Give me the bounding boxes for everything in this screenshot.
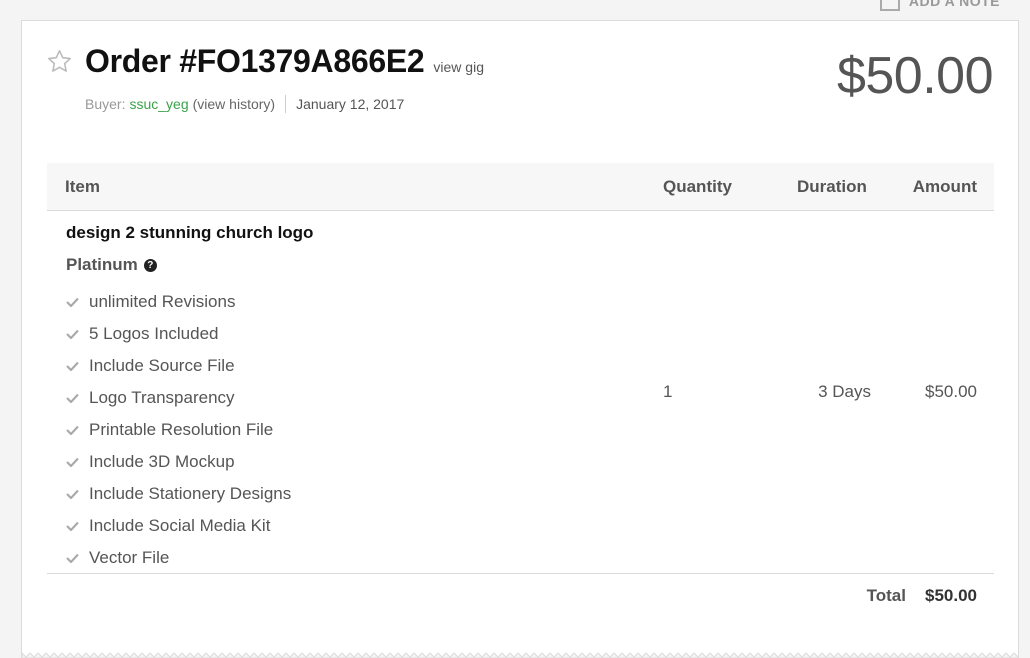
feature-label: unlimited Revisions bbox=[89, 292, 236, 311]
checkmark-icon bbox=[66, 297, 79, 307]
total-label: Total bbox=[866, 586, 906, 605]
order-title: Order #FO1379A866E2 bbox=[85, 43, 425, 79]
feature-item: 5 Logos Included bbox=[66, 318, 291, 350]
checkmark-icon bbox=[66, 457, 79, 467]
order-card: Order #FO1379A866E2 view gig Buyer: ssuc… bbox=[21, 20, 1019, 658]
order-items-table: Item Quantity Duration Amount design 2 s… bbox=[47, 163, 994, 618]
table-row: design 2 stunning church logo Platinum ?… bbox=[47, 211, 994, 574]
feature-item: Include Source File bbox=[66, 350, 291, 382]
checkmark-icon bbox=[66, 393, 79, 403]
checkmark-icon bbox=[66, 361, 79, 371]
order-price: $50.00 bbox=[836, 47, 994, 105]
checkmark-icon bbox=[66, 489, 79, 499]
buyer-label: Buyer: bbox=[85, 96, 126, 112]
add-note-label: ADD A NOTE bbox=[908, 0, 1000, 9]
header-quantity: Quantity bbox=[663, 177, 732, 196]
meta-divider bbox=[285, 95, 287, 113]
star-outline-icon[interactable] bbox=[46, 48, 73, 80]
feature-label: Include Source File bbox=[89, 356, 235, 375]
receipt-zigzag-edge bbox=[22, 652, 1018, 658]
feature-label: Include Social Media Kit bbox=[89, 516, 271, 535]
checkmark-icon bbox=[66, 329, 79, 339]
question-circle-icon[interactable]: ? bbox=[143, 258, 157, 272]
package-name: Platinum ? bbox=[66, 255, 157, 275]
feature-label: Logo Transparency bbox=[89, 388, 235, 407]
item-duration: 3 Days bbox=[818, 382, 871, 401]
feature-label: Vector File bbox=[89, 548, 170, 567]
feature-list: unlimited Revisions 5 Logos Included Inc… bbox=[66, 286, 291, 574]
feature-label: Include Stationery Designs bbox=[89, 484, 292, 503]
feature-item: Include 3D Mockup bbox=[66, 446, 291, 478]
checkmark-icon bbox=[66, 425, 79, 435]
header-duration: Duration bbox=[797, 177, 867, 196]
table-header: Item Quantity Duration Amount bbox=[47, 163, 994, 211]
header-item: Item bbox=[65, 177, 100, 196]
order-page: ADD A NOTE Order #FO1379A866E2 view gig … bbox=[0, 0, 1030, 658]
note-icon bbox=[879, 0, 901, 11]
gig-title: design 2 stunning church logo bbox=[66, 223, 314, 242]
feature-item: Include Stationery Designs bbox=[66, 478, 291, 510]
feature-item: unlimited Revisions bbox=[66, 286, 291, 318]
order-date: January 12, 2017 bbox=[296, 96, 405, 112]
feature-item: Printable Resolution File bbox=[66, 414, 291, 446]
total-row: Total $50.00 bbox=[47, 574, 994, 618]
checkmark-icon bbox=[66, 553, 79, 563]
feature-label: Include 3D Mockup bbox=[89, 452, 235, 471]
feature-item: Include Social Media Kit bbox=[66, 510, 291, 542]
checkmark-icon bbox=[66, 521, 79, 531]
package-label: Platinum bbox=[66, 255, 138, 274]
feature-label: Printable Resolution File bbox=[89, 420, 274, 439]
title-row: Order #FO1379A866E2 view gig bbox=[85, 43, 484, 80]
order-meta: Buyer: ssuc_yeg (view history) January 1… bbox=[85, 95, 404, 113]
feature-item: Logo Transparency bbox=[66, 382, 291, 414]
buyer-name-link[interactable]: ssuc_yeg bbox=[129, 96, 188, 112]
item-quantity: 1 bbox=[663, 382, 673, 401]
view-history-link[interactable]: (view history) bbox=[193, 96, 275, 112]
total-value: $50.00 bbox=[925, 586, 977, 605]
feature-item: Vector File bbox=[66, 542, 291, 574]
add-note-link[interactable]: ADD A NOTE bbox=[879, 0, 1000, 11]
view-gig-link[interactable]: view gig bbox=[433, 59, 484, 75]
item-amount: $50.00 bbox=[925, 382, 977, 401]
header-amount: Amount bbox=[912, 177, 977, 196]
feature-label: 5 Logos Included bbox=[89, 324, 219, 343]
